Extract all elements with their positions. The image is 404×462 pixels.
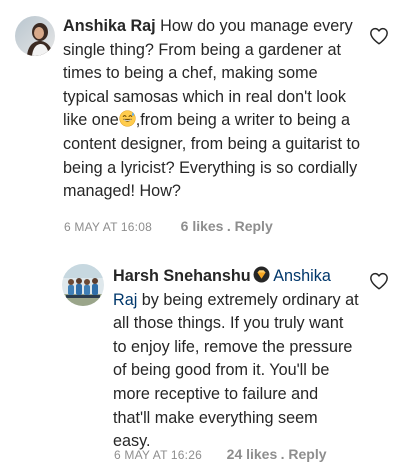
heart-outline-icon[interactable]: [369, 27, 389, 45]
heart-outline-icon[interactable]: [369, 272, 389, 290]
comment-date: 6 MAY AT 16:08: [64, 220, 152, 234]
verified-badge-icon: [253, 266, 270, 283]
reply-body: by being extremely ordinary at all those…: [113, 290, 359, 451]
comment-meta: 6 MAY AT 16:08 6 likes . Reply: [64, 218, 273, 234]
reply-meta: 6 MAY AT 16:26 24 likes . Reply: [114, 446, 327, 462]
reply-item: Harsh Snehanshu Anshika Raj by being ext…: [0, 240, 404, 462]
reply-username[interactable]: Harsh Snehanshu: [113, 267, 251, 285]
avatar[interactable]: [62, 264, 104, 306]
grinning-sweat-emoji: [119, 110, 136, 127]
comment-likes[interactable]: 6 likes: [181, 218, 224, 234]
comment-text: Anshika Raj How do you manage every sing…: [63, 15, 363, 204]
reply-text: Harsh Snehanshu Anshika Raj by being ext…: [113, 265, 359, 454]
reply-date: 6 MAY AT 16:26: [114, 448, 202, 462]
reply-reply-button[interactable]: . Reply: [281, 446, 327, 462]
avatar[interactable]: [15, 16, 55, 56]
comment-reply-button[interactable]: . Reply: [227, 218, 273, 234]
comment-item: Anshika Raj How do you manage every sing…: [0, 0, 404, 240]
reply-likes[interactable]: 24 likes: [227, 446, 278, 462]
comment-username[interactable]: Anshika Raj: [63, 17, 156, 35]
